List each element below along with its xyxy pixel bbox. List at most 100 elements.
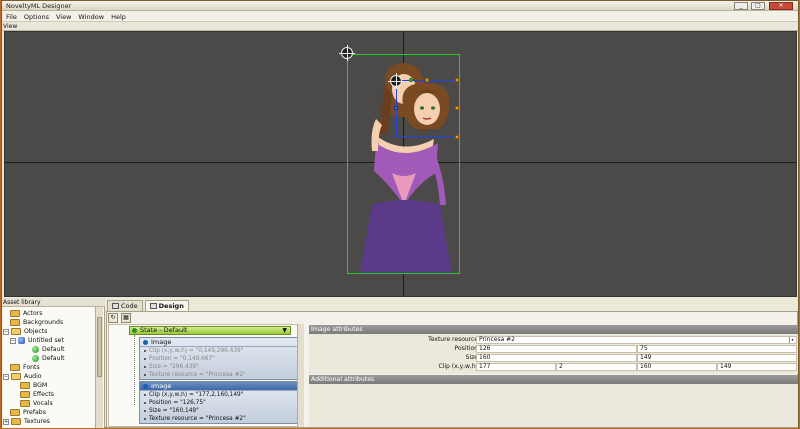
texture-resource-value: Princesa #2 <box>479 336 515 343</box>
asset-state-default-1[interactable]: Default <box>32 345 65 354</box>
view-panel-label: View <box>2 22 798 31</box>
asset-folder-bgm[interactable]: BGM <box>20 381 47 390</box>
folder-open-icon <box>11 328 21 335</box>
additional-attributes-panel <box>309 384 798 427</box>
folder-icon <box>20 391 30 398</box>
expand-icon[interactable]: + <box>3 418 9 425</box>
asset-folder-fonts[interactable]: Fonts <box>10 363 40 372</box>
image-attributes-header[interactable]: Image attributes <box>309 325 798 334</box>
asset-label: Effects <box>33 391 55 398</box>
menu-help[interactable]: Help <box>107 11 129 21</box>
folder-icon <box>20 382 30 389</box>
image-icon <box>143 340 148 345</box>
asset-folder-backgrounds[interactable]: Backgrounds <box>10 318 63 327</box>
folder-icon <box>10 310 20 317</box>
asset-folder-effects[interactable]: Effects <box>20 390 54 399</box>
image-node-2[interactable]: Image Clip (x,y,w,h) = "177,2,160,149" P… <box>139 381 299 424</box>
asset-label: Default <box>42 355 65 362</box>
size-width-field[interactable]: 160 <box>476 354 637 362</box>
additional-attributes-header[interactable]: Additional attributes <box>309 375 798 384</box>
asset-folder-prefabs[interactable]: Prefabs <box>10 408 46 417</box>
layers-icon[interactable]: ▦ <box>121 313 131 323</box>
code-icon <box>112 303 119 309</box>
asset-folder-textures[interactable]: + Textures <box>3 417 50 426</box>
state-icon <box>32 346 39 353</box>
chevron-down-icon[interactable]: ▼ <box>282 327 287 334</box>
node-property: Size = "296,439" <box>140 363 298 371</box>
node-property: Clip (x,y,w,h) = "177,2,160,149" <box>140 391 298 399</box>
chevron-down-icon[interactable]: ▾ <box>789 337 795 343</box>
asset-library-title: Asset library <box>2 298 105 307</box>
image-attributes-panel: Texture resource Princesa #2 ▾ Position … <box>309 334 798 374</box>
selection-bounds-head <box>396 80 458 137</box>
position-y-field[interactable]: 75 <box>637 345 797 353</box>
resize-handle-top[interactable] <box>425 78 429 82</box>
clip-width-field[interactable]: 160 <box>637 363 717 371</box>
menu-file[interactable]: File <box>2 11 20 21</box>
asset-label: Vocals <box>33 400 53 407</box>
image-node-header[interactable]: Image <box>140 382 298 391</box>
tab-label: Design <box>158 302 184 310</box>
scene-canvas[interactable] <box>4 31 797 297</box>
origin-crosshair-icon <box>339 45 355 61</box>
size-height-field[interactable]: 149 <box>637 354 797 362</box>
folder-icon <box>20 400 30 407</box>
object-set-icon <box>18 337 25 344</box>
asset-library-scrollbar[interactable] <box>95 307 103 428</box>
close-button[interactable]: ✕ <box>769 2 793 10</box>
tree-scrollbar[interactable] <box>297 324 304 427</box>
asset-label: Objects <box>24 328 48 335</box>
resize-handle-right[interactable] <box>455 106 459 110</box>
asset-label: Backgrounds <box>23 319 64 326</box>
menu-view[interactable]: View <box>52 11 74 21</box>
asset-state-default-2[interactable]: Default <box>32 354 65 363</box>
asset-folder-audio[interactable]: − Audio <box>3 372 42 381</box>
asset-folder-actors[interactable]: Actors <box>10 309 43 318</box>
clip-x-field[interactable]: 177 <box>476 363 556 371</box>
tab-design[interactable]: Design <box>144 300 189 311</box>
resize-handle-bottom-right[interactable] <box>455 135 459 139</box>
asset-object-set[interactable]: − Untitled set <box>10 336 64 345</box>
state-label: State - Default <box>140 326 188 334</box>
asset-label: Audio <box>24 373 42 380</box>
maximize-button[interactable]: □ <box>751 2 765 10</box>
asset-label: Default <box>42 346 65 353</box>
rotate-handle[interactable] <box>409 78 413 82</box>
position-x-field[interactable]: 126 <box>476 345 637 353</box>
asset-label: Untitled set <box>28 337 64 344</box>
clip-y-field[interactable]: 2 <box>556 363 637 371</box>
resize-handle-top-right[interactable] <box>455 78 459 82</box>
state-node[interactable]: State - Default ▼ <box>129 326 291 335</box>
resize-handle-left[interactable] <box>394 106 398 110</box>
texture-resource-label: Texture resource <box>428 336 478 343</box>
clip-label: Clip (x,y,w,h) <box>438 363 478 370</box>
tree-connector <box>134 335 135 405</box>
app-window: NoveltyML Designer _ □ ✕ File Options Vi… <box>1 0 799 428</box>
asset-label: Actors <box>23 310 43 317</box>
texture-resource-select[interactable]: Princesa #2 ▾ <box>476 336 797 344</box>
minimize-button[interactable]: _ <box>734 2 748 10</box>
collapse-icon[interactable]: − <box>3 373 9 380</box>
folder-icon <box>10 319 20 326</box>
node-property: Position = "126,75" <box>140 399 298 407</box>
asset-label: Textures <box>24 418 50 425</box>
state-icon <box>132 328 137 333</box>
image-node-1[interactable]: Image Clip (x,y,w,h) = "0,149,296,439" P… <box>139 337 299 380</box>
clip-height-field[interactable]: 149 <box>717 363 797 371</box>
menu-bar: File Options View Window Help <box>2 11 798 22</box>
node-property: Texture resource = "Princesa #2" <box>140 415 298 423</box>
image-icon <box>143 384 148 389</box>
collapse-icon[interactable]: − <box>3 328 9 335</box>
scrollbar-thumb[interactable] <box>97 317 102 377</box>
design-icon <box>149 303 157 309</box>
asset-folder-vocals[interactable]: Vocals <box>20 399 53 408</box>
menu-window[interactable]: Window <box>74 11 107 21</box>
asset-folder-objects[interactable]: − Objects <box>3 327 47 336</box>
pivot-crosshair-icon[interactable] <box>388 73 404 89</box>
tab-code[interactable]: Code <box>107 300 143 311</box>
collapse-icon[interactable]: − <box>10 337 16 344</box>
refresh-icon[interactable]: ↻ <box>108 313 118 323</box>
menu-options[interactable]: Options <box>20 11 52 21</box>
size-row: Size 160 149 <box>309 354 798 362</box>
image-node-header[interactable]: Image <box>140 338 298 347</box>
